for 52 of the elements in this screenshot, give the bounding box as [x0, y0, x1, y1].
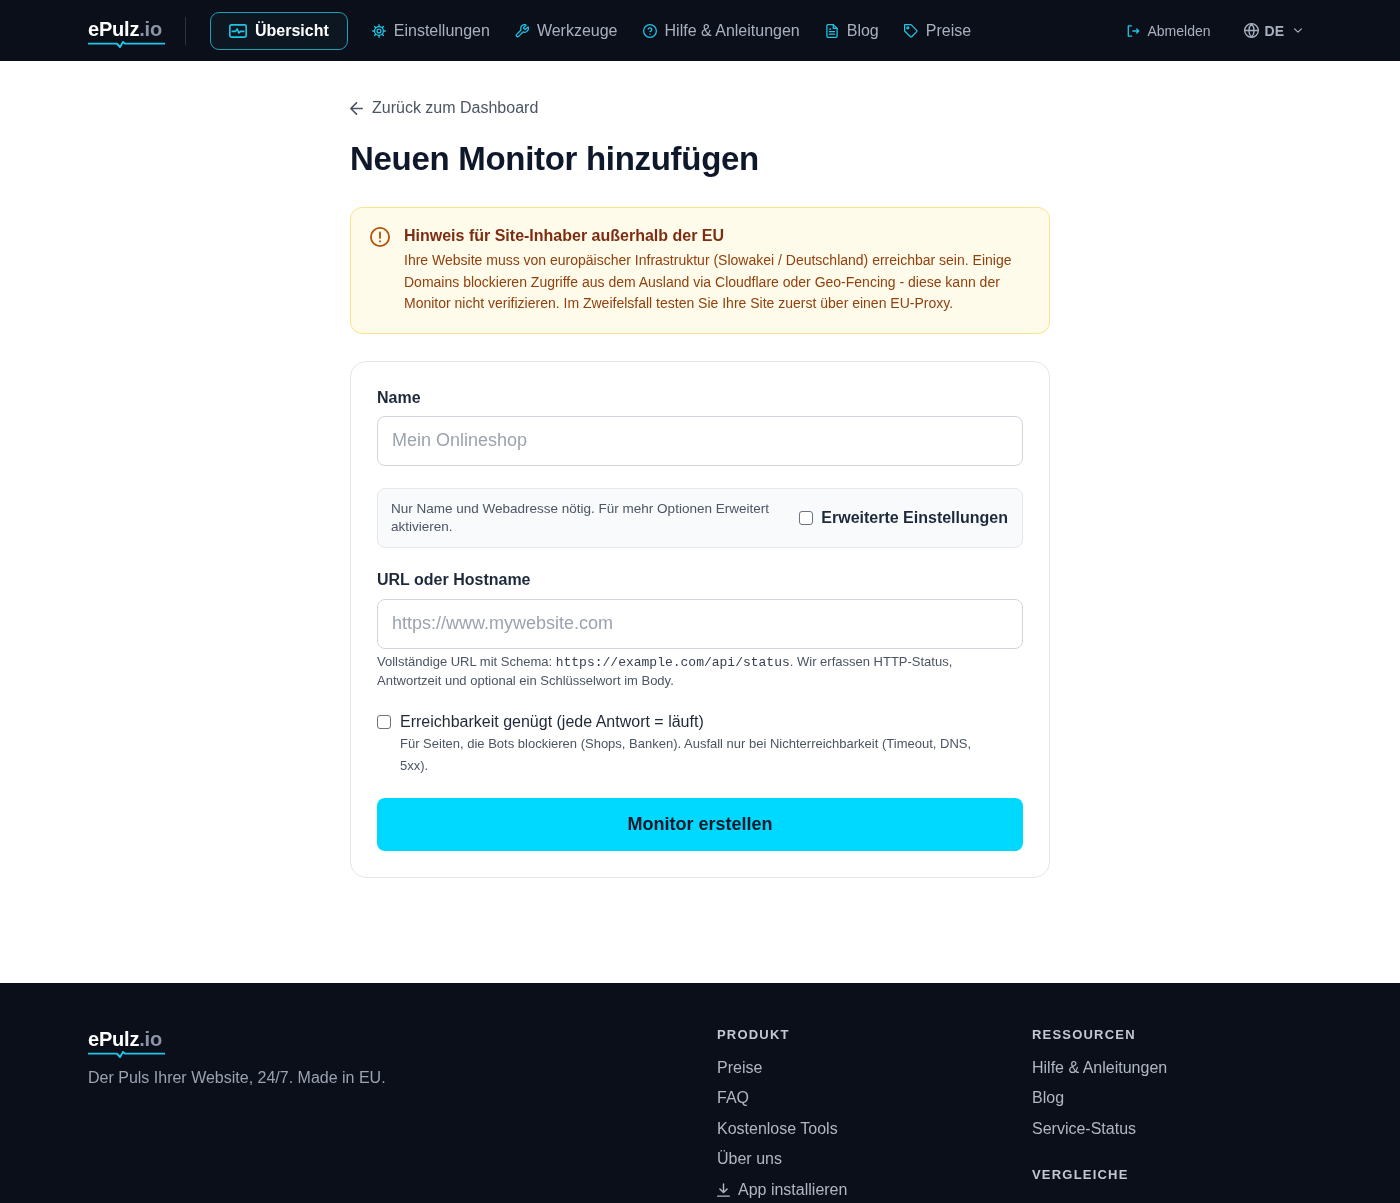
nav-link[interactable]: Übersicht — [210, 11, 348, 50]
checkbox[interactable] — [377, 714, 391, 729]
hint-text: Vollständige URL mit Schema: https://example.com/api/status. Wir erfassen HTTP-Status, Antwortzeit und optional ein Schlüsselwort im Body. — [377, 652, 954, 690]
nav-link[interactable]: Werkzeuge — [513, 11, 619, 50]
language-button[interactable]: DE — [1241, 18, 1304, 43]
settings-icon — [371, 23, 386, 38]
name-input[interactable]: Mein Onlineshop — [377, 415, 1023, 466]
hint-text: Nur Name und Webadresse nötig. Für mehr Optionen Erweitert aktivieren. — [391, 499, 770, 536]
footer-link[interactable]: Service-Status — [1032, 1117, 1137, 1140]
nav-link[interactable]: Preise — [902, 11, 973, 50]
field-label: Name — [377, 387, 421, 408]
footer-heading: VERGLEICHE — [1032, 1165, 1129, 1184]
tagline-text: Der Puls Ihrer Website, 24/7. Made in EU. — [88, 1067, 386, 1088]
footer-link[interactable]: Kostenlose Tools — [717, 1117, 838, 1140]
url-input[interactable]: https://www.mywebsite.com — [377, 598, 1023, 649]
document-icon — [824, 23, 839, 38]
wrench-icon — [514, 23, 529, 38]
footer-heading: PRODUKT — [717, 1025, 791, 1044]
pulse-line-icon — [88, 1050, 165, 1058]
footer-link[interactable]: Über uns — [717, 1148, 782, 1170]
submit-button[interactable]: Monitor erstellen — [377, 797, 1023, 851]
checkbox[interactable] — [799, 510, 814, 525]
nav-link[interactable]: Blog — [823, 11, 880, 50]
footer-link[interactable]: App installieren — [717, 1178, 848, 1201]
back-link[interactable]: Zurück zum Dashboard — [350, 97, 539, 119]
logout-link[interactable]: Abmelden — [1126, 22, 1211, 39]
footer-link[interactable]: FAQ — [717, 1087, 749, 1109]
help-icon — [642, 23, 657, 38]
pulse-line-icon — [88, 40, 165, 48]
tag-icon — [903, 23, 918, 38]
checkbox-label[interactable]: Erreichbarkeit genügt (jede Antwort = läuft) — [400, 710, 704, 733]
notice-text: Ihre Website muss von europäischer Infrastruktur (Slowakei / Deutschland) erreichbar sein. Einige Domains blockieren Zugriffe aus dem Ausland via Cloudflare oder Geo-Fencing - diese kann der Monitor nicht verifizieren. Im Zweifelsfall testen Sie Ihre Site zuerst über einen EU-Proxy. — [404, 251, 1013, 313]
footer-heading: RESSOURCEN — [1032, 1025, 1137, 1044]
logout-icon — [1126, 24, 1140, 37]
description-text: Für Seiten, die Bots blockieren (Shops, Banken). Ausfall nur bei Nichterreichbarkeit (Timeout, DNS, 5xx). — [399, 734, 973, 775]
footer-link[interactable]: Blog — [1032, 1087, 1065, 1109]
download-icon — [717, 1182, 730, 1197]
footer-link[interactable]: Hilfe & Anleitungen — [1032, 1056, 1168, 1079]
arrow-left-icon — [350, 101, 363, 115]
logo-text[interactable]: ePulz.io — [88, 1027, 162, 1050]
exclamation-circle-icon — [370, 227, 390, 247]
logo-text[interactable]: ePulz.io — [88, 17, 162, 40]
footer-link[interactable]: Preise — [717, 1056, 763, 1079]
checkbox-label[interactable]: Erweiterte Einstellungen — [821, 506, 1008, 529]
field-label: URL oder Hostname — [377, 569, 531, 590]
chevron-down-icon — [1294, 28, 1302, 33]
page-title: Neuen Monitor hinzufügen — [350, 139, 759, 179]
globe-icon — [1243, 23, 1259, 38]
nav-link[interactable]: Einstellungen — [370, 11, 491, 50]
nav-link[interactable]: Hilfe & Anleitungen — [641, 11, 801, 50]
notice-title: Hinweis für Site-Inhaber außerhalb der EU — [404, 226, 726, 246]
monitor-pulse-icon — [229, 23, 247, 38]
